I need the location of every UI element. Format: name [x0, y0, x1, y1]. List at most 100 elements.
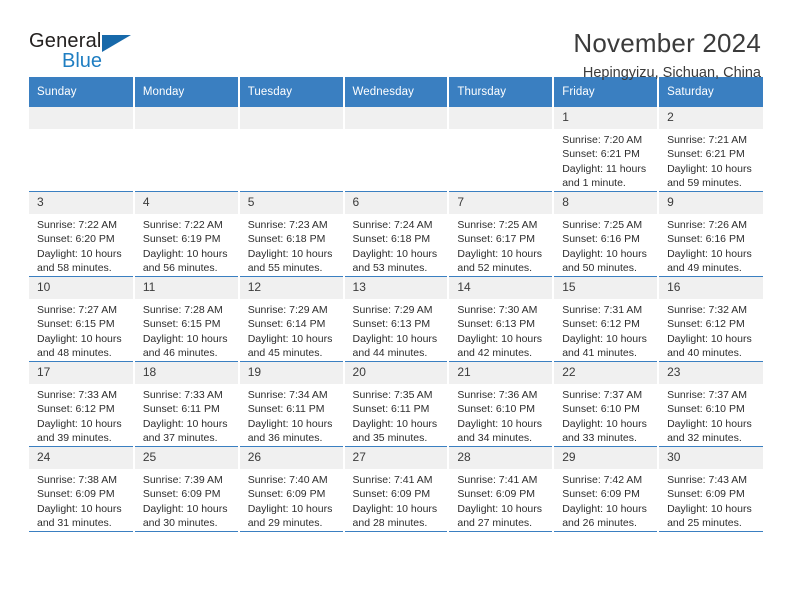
- sunset-text: Sunset: 6:18 PM: [247, 233, 326, 246]
- day-details: Sunrise: 7:37 AM Sunset: 6:10 PM Daylight:…: [554, 384, 657, 446]
- calendar-day-cell[interactable]: 4 Sunrise: 7:22 AM Sunset: 6:19 PM Daylight…: [133, 191, 240, 277]
- sunrise-text: Sunrise: 7:33 AM: [37, 389, 117, 401]
- daylight-text: and 48 minutes.: [37, 347, 112, 360]
- logo-text-blue: Blue: [62, 50, 103, 72]
- sunset-text: Sunset: 6:09 PM: [562, 488, 640, 501]
- calendar-day-cell[interactable]: 16 Sunrise: 7:32 AM Sunset: 6:12 PM Dayligh…: [658, 276, 763, 362]
- daylight-text: and 33 minutes.: [562, 432, 637, 445]
- daylight-text: Daylight: 10 hours: [667, 162, 752, 175]
- calendar-day-cell[interactable]: 19 Sunrise: 7:34 AM Sunset: 6:11 PM Dayligh…: [238, 361, 345, 447]
- calendar-day-cell[interactable]: 20 Sunrise: 7:35 AM Sunset: 6:11 PM Dayligh…: [343, 361, 450, 447]
- day-details: Sunrise: 7:28 AM Sunset: 6:15 PM Daylight:…: [135, 299, 238, 361]
- daylight-text: Daylight: 10 hours: [352, 332, 438, 345]
- day-details: Sunrise: 7:25 AM Sunset: 6:16 PM Daylight:…: [554, 214, 657, 276]
- calendar-day-cell[interactable]: 17 Sunrise: 7:33 AM Sunset: 6:12 PM Dayligh…: [29, 361, 135, 447]
- daylight-text: Daylight: 10 hours: [457, 502, 543, 515]
- daylight-text: Daylight: 10 hours: [142, 332, 228, 345]
- day-number: [29, 107, 133, 129]
- daylight-text: Daylight: 10 hours: [352, 417, 438, 430]
- day-number: 10: [29, 277, 133, 299]
- day-number: 21: [449, 362, 553, 384]
- sunrise-text: Sunrise: 7:34 AM: [247, 389, 328, 401]
- weekday-header-wednesday: Wednesday: [343, 77, 450, 107]
- day-number: 19: [239, 362, 343, 384]
- calendar-day-cell[interactable]: 5 Sunrise: 7:23 AM Sunset: 6:18 PM Daylight…: [238, 191, 345, 277]
- daylight-text: Daylight: 10 hours: [247, 332, 333, 345]
- calendar-day-cell[interactable]: 26 Sunrise: 7:40 AM Sunset: 6:09 PM Dayligh…: [238, 446, 345, 532]
- calendar-day-cell[interactable]: 10 Sunrise: 7:27 AM Sunset: 6:15 PM Dayligh…: [29, 276, 135, 362]
- calendar-day-cell[interactable]: 24 Sunrise: 7:38 AM Sunset: 6:09 PM Dayligh…: [29, 446, 135, 532]
- sunrise-text: Sunrise: 7:23 AM: [247, 219, 328, 231]
- day-number: 7: [449, 192, 553, 214]
- day-details: Sunrise: 7:41 AM Sunset: 6:09 PM Daylight:…: [449, 469, 552, 531]
- sunrise-text: Sunrise: 7:26 AM: [667, 219, 748, 231]
- calendar-day-cell[interactable]: 3 Sunrise: 7:22 AM Sunset: 6:20 PM Daylight…: [29, 191, 135, 277]
- day-details: Sunrise: 7:36 AM Sunset: 6:10 PM Daylight:…: [449, 384, 552, 446]
- daylight-text: Daylight: 10 hours: [142, 502, 228, 515]
- calendar-day-cell[interactable]: 30 Sunrise: 7:43 AM Sunset: 6:09 PM Dayligh…: [658, 446, 763, 532]
- calendar-day-cell[interactable]: 28 Sunrise: 7:41 AM Sunset: 6:09 PM Dayligh…: [448, 446, 555, 532]
- calendar-day-cell-empty: [448, 107, 555, 192]
- calendar-day-cell[interactable]: 25 Sunrise: 7:39 AM Sunset: 6:09 PM Dayligh…: [133, 446, 240, 532]
- day-details: Sunrise: 7:33 AM Sunset: 6:11 PM Daylight:…: [135, 384, 238, 446]
- daylight-text: Daylight: 10 hours: [562, 502, 647, 515]
- day-number: 1: [554, 107, 658, 129]
- daylight-text: and 56 minutes.: [142, 262, 218, 275]
- daylight-text: Daylight: 11 hours: [562, 162, 647, 175]
- sunset-text: Sunset: 6:18 PM: [352, 233, 431, 246]
- day-number: 24: [29, 447, 133, 469]
- sunrise-text: Sunrise: 7:42 AM: [562, 474, 643, 486]
- daylight-text: Daylight: 10 hours: [352, 502, 438, 515]
- day-number: 9: [659, 192, 763, 214]
- weekday-header-sunday: Sunday: [29, 77, 135, 107]
- day-number: 18: [134, 362, 238, 384]
- day-details: Sunrise: 7:22 AM Sunset: 6:20 PM Daylight:…: [29, 214, 133, 276]
- sunset-text: Sunset: 6:21 PM: [562, 148, 640, 161]
- daylight-text: and 40 minutes.: [667, 347, 742, 360]
- daylight-text: and 27 minutes.: [457, 517, 533, 530]
- calendar-day-cell[interactable]: 22 Sunrise: 7:37 AM Sunset: 6:10 PM Dayligh…: [553, 361, 660, 447]
- sunrise-text: Sunrise: 7:35 AM: [352, 389, 433, 401]
- calendar-day-cell[interactable]: 13 Sunrise: 7:29 AM Sunset: 6:13 PM Dayligh…: [343, 276, 450, 362]
- calendar-day-cell[interactable]: 6 Sunrise: 7:24 AM Sunset: 6:18 PM Daylight…: [343, 191, 450, 277]
- sunrise-text: Sunrise: 7:41 AM: [457, 474, 538, 486]
- calendar-day-cell[interactable]: 1 Sunrise: 7:20 AM Sunset: 6:21 PM Daylight…: [553, 107, 660, 192]
- calendar-day-cell[interactable]: 2 Sunrise: 7:21 AM Sunset: 6:21 PM Daylight…: [658, 107, 763, 192]
- day-details: Sunrise: 7:21 AM Sunset: 6:21 PM Daylight:…: [659, 129, 763, 191]
- daylight-text: Daylight: 10 hours: [247, 247, 333, 260]
- calendar-day-cell[interactable]: 21 Sunrise: 7:36 AM Sunset: 6:10 PM Dayligh…: [448, 361, 555, 447]
- calendar-day-cell-empty: [133, 107, 240, 192]
- day-details: Sunrise: 7:34 AM Sunset: 6:11 PM Daylight:…: [240, 384, 343, 446]
- calendar-day-cell[interactable]: 11 Sunrise: 7:28 AM Sunset: 6:15 PM Dayligh…: [133, 276, 240, 362]
- day-number: 5: [239, 192, 343, 214]
- day-number: 29: [554, 447, 658, 469]
- weekday-header-thursday: Thursday: [448, 77, 555, 107]
- calendar-day-cell[interactable]: 27 Sunrise: 7:41 AM Sunset: 6:09 PM Dayligh…: [343, 446, 450, 532]
- daylight-text: and 45 minutes.: [247, 347, 323, 360]
- page-header: General Blue November 2024 Hepingyizu, S…: [29, 0, 763, 81]
- calendar-day-cell[interactable]: 15 Sunrise: 7:31 AM Sunset: 6:12 PM Dayligh…: [553, 276, 660, 362]
- calendar-day-cell[interactable]: 23 Sunrise: 7:37 AM Sunset: 6:10 PM Dayligh…: [658, 361, 763, 447]
- calendar-day-cell[interactable]: 29 Sunrise: 7:42 AM Sunset: 6:09 PM Dayligh…: [553, 446, 660, 532]
- calendar-day-cell[interactable]: 12 Sunrise: 7:29 AM Sunset: 6:14 PM Dayligh…: [238, 276, 345, 362]
- calendar-day-cell[interactable]: 18 Sunrise: 7:33 AM Sunset: 6:11 PM Dayligh…: [133, 361, 240, 447]
- sunset-text: Sunset: 6:13 PM: [457, 318, 536, 331]
- calendar-day-cell[interactable]: 9 Sunrise: 7:26 AM Sunset: 6:16 PM Daylight…: [658, 191, 763, 277]
- calendar-body: 1 Sunrise: 7:20 AM Sunset: 6:21 PM Daylight…: [29, 107, 763, 532]
- daylight-text: Daylight: 10 hours: [457, 332, 543, 345]
- daylight-text: and 52 minutes.: [457, 262, 533, 275]
- sunset-text: Sunset: 6:09 PM: [37, 488, 115, 501]
- day-number: 4: [134, 192, 238, 214]
- calendar-day-cell[interactable]: 8 Sunrise: 7:25 AM Sunset: 6:16 PM Daylight…: [553, 191, 660, 277]
- sunrise-text: Sunrise: 7:43 AM: [667, 474, 748, 486]
- sunset-text: Sunset: 6:20 PM: [37, 233, 115, 246]
- daylight-text: and 53 minutes.: [352, 262, 428, 275]
- sunrise-text: Sunrise: 7:20 AM: [562, 134, 643, 146]
- calendar-day-cell[interactable]: 7 Sunrise: 7:25 AM Sunset: 6:17 PM Daylight…: [448, 191, 555, 277]
- calendar-day-cell[interactable]: 14 Sunrise: 7:30 AM Sunset: 6:13 PM Dayligh…: [448, 276, 555, 362]
- sunrise-text: Sunrise: 7:30 AM: [457, 304, 538, 316]
- daylight-text: Daylight: 10 hours: [352, 247, 438, 260]
- day-number: 23: [659, 362, 763, 384]
- sunset-text: Sunset: 6:12 PM: [37, 403, 115, 416]
- daylight-text: Daylight: 10 hours: [667, 417, 752, 430]
